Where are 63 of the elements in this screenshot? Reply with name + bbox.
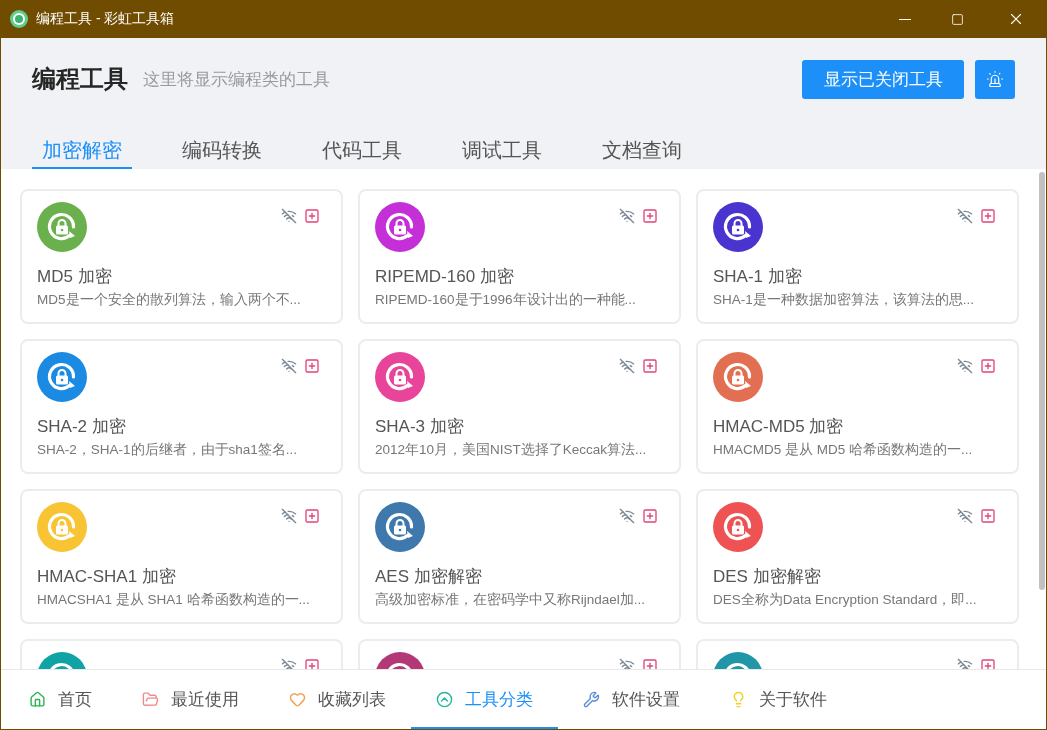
tool-title: SHA-1 加密 [713, 266, 803, 288]
plus-square-icon[interactable] [980, 208, 996, 224]
tool-description: 2012年10月，美国NIST选择了Keccak算法... [375, 441, 648, 459]
alarm-button[interactable] [975, 59, 1015, 99]
tool-description: HMACMD5 是从 MD5 哈希函数构造的一... [713, 441, 974, 459]
tool-title: SHA-3 加密 [375, 416, 465, 438]
wifi-off-icon [619, 358, 635, 374]
maximize-icon [950, 12, 964, 26]
tool-description: MD5是一个安全的散列算法，输入两个不... [37, 291, 302, 309]
wifi-off-icon [957, 208, 973, 224]
page-subtitle: 这里将显示编程类的工具 [143, 68, 330, 91]
tool-description: 高级加密标准，在密码学中又称Rijndael加... [375, 591, 647, 609]
tool-title: RIPEMD-160 加密 [375, 266, 515, 288]
scrollbar-thumb[interactable] [1039, 172, 1045, 590]
tool-card[interactable]: DES 加密解密 DES全称为Data Encryption Standard，即... [696, 489, 1019, 624]
wifi-off-icon [619, 508, 635, 524]
tool-card[interactable]: SHA-1 加密 SHA-1是一种数据加密算法，该算法的思... [696, 189, 1019, 324]
nav-item[interactable]: 首页 [4, 670, 117, 729]
tool-description: SHA-1是一种数据加密算法，该算法的思... [713, 291, 975, 309]
plus-square-icon[interactable] [980, 358, 996, 374]
tool-card[interactable]: MD5 加密 MD5是一个安全的散列算法，输入两个不... [20, 189, 343, 324]
category-tab[interactable]: 调试工具 [452, 121, 552, 169]
nav-item[interactable]: 软件设置 [558, 670, 705, 729]
minimize-icon [899, 18, 911, 20]
tool-card[interactable]: AES 加密解密 高级加密标准，在密码学中又称Rijndael加... [358, 489, 681, 624]
tool-title: HMAC-MD5 加密 [713, 416, 845, 438]
tool-description: RIPEMD-160是于1996年设计出的一种能... [375, 291, 637, 309]
tool-card[interactable]: HMAC-MD5 加密 HMACMD5 是从 MD5 哈希函数构造的一... [696, 339, 1019, 474]
tool-description: DES全称为Data Encryption Standard，即... [713, 591, 978, 609]
nav-item[interactable]: 收藏列表 [264, 670, 411, 729]
app-logo-icon [10, 10, 28, 28]
tool-card[interactable]: SHA-2 加密 SHA-2，SHA-1的后继者，由于sha1签名... [20, 339, 343, 474]
wifi-off-icon [957, 358, 973, 374]
tool-card[interactable]: HMAC-SHA1 加密 HMACSHA1 是从 SHA1 哈希函数构造的一... [20, 489, 343, 624]
wifi-off-icon [957, 508, 973, 524]
plus-square-icon[interactable] [304, 508, 320, 524]
tool-card[interactable]: RIPEMD-160 加密 RIPEMD-160是于1996年设计出的一种能... [358, 189, 681, 324]
plus-square-icon[interactable] [642, 508, 658, 524]
tool-title: MD5 加密 [37, 266, 113, 288]
tool-description: HMACSHA1 是从 SHA1 哈希函数构造的一... [37, 591, 311, 609]
wifi-off-icon [619, 208, 635, 224]
category-tab[interactable]: 文档查询 [592, 121, 692, 169]
tool-description: SHA-2，SHA-1的后继者，由于sha1签名... [37, 441, 299, 459]
tool-title: AES 加密解密 [375, 566, 483, 588]
tool-card[interactable]: SHA-3 加密 2012年10月，美国NIST选择了Keccak算法... [358, 339, 681, 474]
plus-square-icon[interactable] [642, 358, 658, 374]
plus-square-icon[interactable] [642, 208, 658, 224]
plus-square-icon[interactable] [980, 508, 996, 524]
nav-item[interactable]: 关于软件 [705, 670, 852, 729]
siren-icon [986, 70, 1004, 88]
category-tab[interactable]: 编码转换 [172, 121, 272, 169]
tool-title: DES 加密解密 [713, 566, 822, 588]
category-tab[interactable]: 代码工具 [312, 121, 412, 169]
wifi-off-icon [281, 208, 297, 224]
plus-square-icon[interactable] [304, 208, 320, 224]
wifi-off-icon [281, 508, 297, 524]
tool-title: HMAC-SHA1 加密 [37, 566, 177, 588]
tool-title: SHA-2 加密 [37, 416, 127, 438]
plus-square-icon[interactable] [304, 358, 320, 374]
wifi-off-icon [281, 358, 297, 374]
window-title: 编程工具 - 彩虹工具箱 [36, 10, 175, 28]
page-title: 编程工具 [32, 64, 128, 94]
nav-item[interactable]: 最近使用 [117, 670, 264, 729]
